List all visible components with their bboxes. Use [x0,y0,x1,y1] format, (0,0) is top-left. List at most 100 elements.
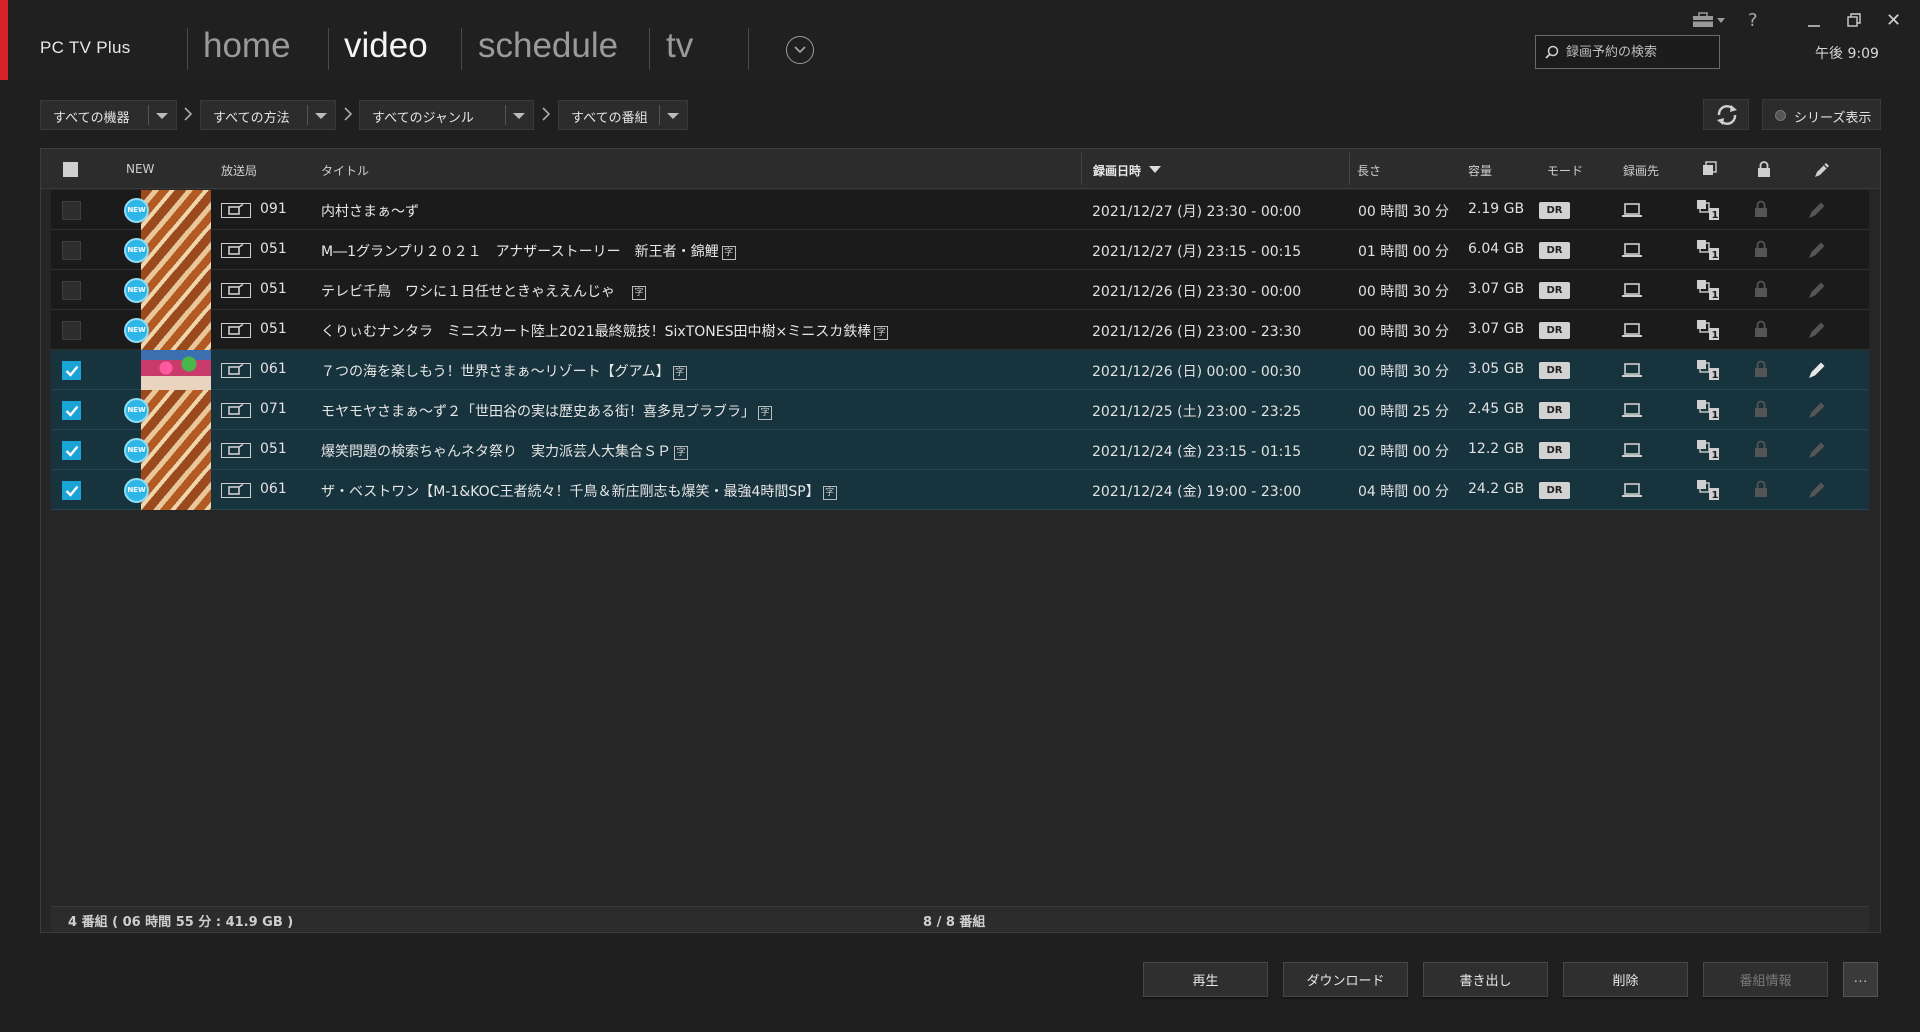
column-header-new[interactable]: NEW [126,162,154,176]
channel-number: 091 [260,201,287,217]
program-count: 8 / 8 番組 [923,915,986,930]
column-header-title[interactable]: タイトル [321,162,369,179]
table-row[interactable]: NEW 061 ザ・ベストワン【M-1&KOC王者続々！千鳥＆新庄剛志も爆笑・最強4… [51,470,1869,510]
edit-icon[interactable] [1807,400,1827,420]
nav-divider [649,28,650,70]
column-header-duration[interactable]: 長さ [1357,162,1381,179]
table-row[interactable]: NEW 071 モヤモヤさまぁ～ず２「世田谷の実は歴史ある街！喜多見ブラブラ」字 20… [51,390,1869,430]
edit-icon[interactable] [1807,280,1827,300]
more-options-button[interactable]: ··· [1843,962,1878,997]
select-all-checkbox[interactable] [63,162,78,177]
table-row[interactable]: NEW 051 M―1グランプリ２０２１ アナザーストーリー 新王者・錦鯉字 2021… [51,230,1869,270]
record-duration: 02 時間 00 分 [1358,444,1449,460]
row-checkbox[interactable] [62,281,81,300]
tab-video[interactable]: video [344,26,428,66]
nav-more-button[interactable] [786,36,814,64]
program-thumbnail [141,310,211,350]
column-header-date[interactable]: 録画日時 [1093,162,1141,179]
recording-mode-badge: DR [1539,242,1570,259]
lock-icon[interactable] [1754,360,1768,378]
laptop-icon [1622,403,1642,417]
toolbox-menu-icon[interactable] [1692,12,1728,28]
svg-text:1: 1 [1712,290,1719,301]
lock-icon[interactable] [1754,320,1768,338]
broadcast-type-icon [221,443,251,458]
lock-icon[interactable] [1754,480,1768,498]
row-checkbox[interactable] [62,441,81,460]
table-row[interactable]: 061 ７つの海を楽しもう！世界さまぁ～リゾート【グアム】字 2021/12/26 … [51,350,1869,390]
file-size: 2.45 GB [1468,401,1525,417]
broadcast-type-icon [221,243,251,258]
row-checkbox[interactable] [62,201,81,220]
column-header-destination[interactable]: 録画先 [1623,162,1659,179]
filter-program-label: すべての番組 [571,111,648,126]
restore-icon[interactable] [1846,12,1862,28]
laptop-icon [1622,283,1642,297]
filter-divider [307,105,308,125]
close-icon[interactable]: ✕ [1886,10,1901,31]
accent-stripe [0,0,8,80]
minimize-icon[interactable] [1806,12,1822,28]
filter-method[interactable]: すべての方法 [200,100,336,130]
dubbing-count-icon: 1 [1697,200,1719,221]
search-box[interactable] [1535,35,1720,69]
laptop-icon [1622,323,1642,337]
record-duration: 01 時間 00 分 [1358,244,1449,260]
edit-icon[interactable] [1807,360,1827,380]
table-row[interactable]: NEW 051 くりぃむナンタラ ミニスカート陸上2021最終競技！SixTONES… [51,310,1869,350]
program-thumbnail [141,230,211,270]
row-checkbox[interactable] [62,401,81,420]
play-button[interactable]: 再生 [1143,962,1268,997]
tab-schedule[interactable]: schedule [478,26,618,66]
edit-icon[interactable] [1807,480,1827,500]
export-button[interactable]: 書き出し [1423,962,1548,997]
column-header-size[interactable]: 容量 [1468,162,1492,179]
search-input[interactable] [1566,36,1716,68]
lock-icon[interactable] [1754,200,1768,218]
tab-home[interactable]: home [203,26,291,66]
record-duration: 00 時間 30 分 [1358,324,1449,340]
subtitle-badge: 字 [822,486,837,500]
refresh-button[interactable] [1703,99,1749,130]
row-checkbox[interactable] [62,481,81,500]
recording-mode-badge: DR [1539,482,1570,499]
edit-icon[interactable] [1807,440,1827,460]
lock-icon[interactable] [1754,240,1768,258]
svg-text:1: 1 [1712,330,1719,341]
lock-column-icon[interactable] [1757,161,1771,177]
delete-button[interactable]: 削除 [1563,962,1688,997]
edit-column-icon[interactable] [1813,161,1831,179]
column-header-station[interactable]: 放送局 [221,162,257,179]
selection-summary: 4 番組 ( 06 時間 55 分 : 41.9 GB ) [68,915,294,930]
program-title-text: 内村さまぁ～ず [321,204,419,220]
column-header-mode[interactable]: モード [1547,162,1583,179]
lock-icon[interactable] [1754,280,1768,298]
program-title: M―1グランプリ２０２１ アナザーストーリー 新王者・錦鯉字 [321,241,736,261]
channel-number: 061 [260,481,287,497]
edit-icon[interactable] [1807,200,1827,220]
file-size: 2.19 GB [1468,201,1525,217]
dubbing-column-icon[interactable] [1701,161,1717,177]
filter-genre[interactable]: すべてのジャンル [359,100,534,130]
row-checkbox[interactable] [62,321,81,340]
filter-method-label: すべての方法 [213,111,290,126]
lock-icon[interactable] [1754,400,1768,418]
filter-program[interactable]: すべての番組 [558,100,688,130]
help-icon[interactable]: ? [1748,10,1758,31]
table-row[interactable]: NEW 051 爆笑問題の検索ちゃんネタ祭り 実力派芸人大集合ＳＰ 字 2021/12/… [51,430,1869,470]
series-view-toggle[interactable]: シリーズ表示 [1762,99,1881,130]
edit-icon[interactable] [1807,240,1827,260]
table-row[interactable]: NEW 091 内村さまぁ～ず 2021/12/27 (月) 23:30 - 00:0… [51,190,1869,230]
row-checkbox[interactable] [62,361,81,380]
tab-tv[interactable]: tv [666,26,693,66]
table-row[interactable]: NEW 051 テレビ千鳥 ワシに１日任せときゃええんじゃ 字 2021/12/26 … [51,270,1869,310]
row-checkbox[interactable] [62,241,81,260]
lock-icon[interactable] [1754,440,1768,458]
download-button[interactable]: ダウンロード [1283,962,1408,997]
broadcast-type-icon [221,363,251,378]
edit-icon[interactable] [1807,320,1827,340]
program-title-text: くりぃむナンタラ ミニスカート陸上2021最終競技！SixTONES田中樹×ミニ… [321,324,872,340]
program-info-button[interactable]: 番組情報 [1703,962,1828,997]
filter-device[interactable]: すべての機器 [40,100,177,130]
channel-number: 051 [260,281,287,297]
